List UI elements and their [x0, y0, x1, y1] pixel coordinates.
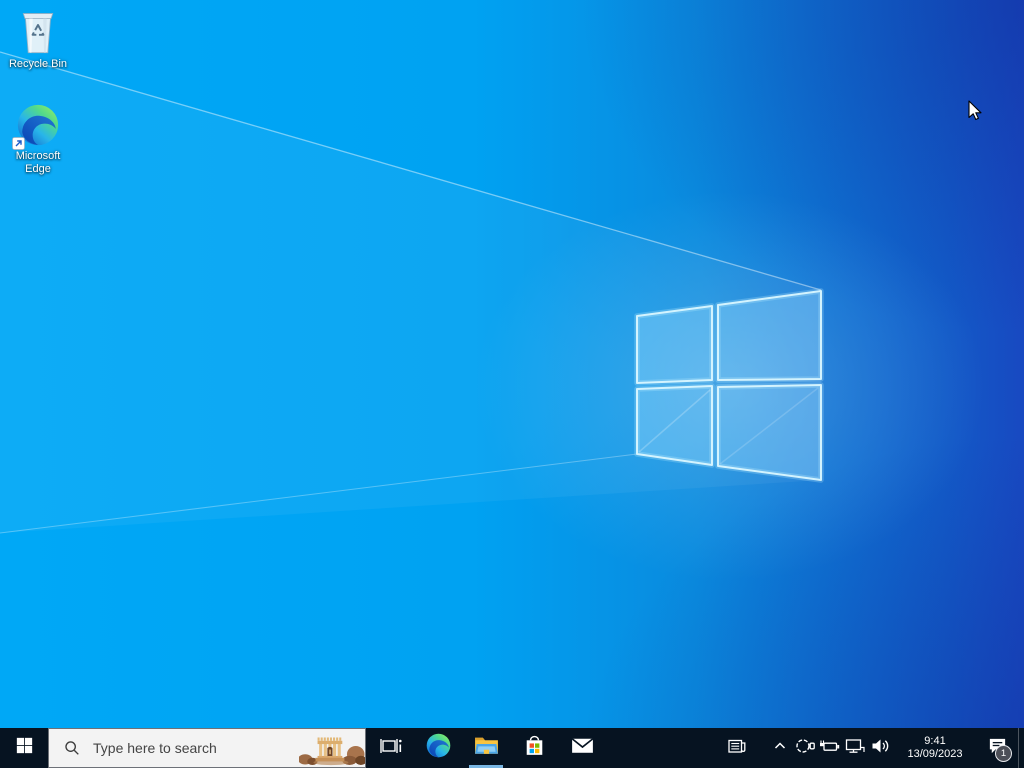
taskbar-clock[interactable]: 9:41 13/09/2023 [894, 728, 976, 768]
windows-logo-icon [16, 737, 33, 759]
shortcut-arrow-icon [12, 137, 25, 150]
system-tray: 9:41 13/09/2023 1 [720, 728, 1024, 768]
taskbar-app-file-explorer[interactable] [462, 728, 510, 768]
network-icon [843, 736, 867, 761]
taskbar-app-mail[interactable] [558, 728, 606, 768]
hidden-icons-chevron [772, 738, 788, 759]
network-status-button[interactable] [842, 728, 868, 768]
desktop-icon-recycle-bin[interactable]: Recycle Bin [0, 6, 76, 71]
task-view-button[interactable] [366, 728, 414, 768]
edge-icon [425, 732, 452, 764]
news-icon [726, 736, 748, 761]
news-and-interests-button[interactable] [720, 728, 754, 768]
clock-time: 9:41 [924, 735, 946, 747]
search-input[interactable] [91, 739, 299, 757]
start-button[interactable] [0, 728, 48, 768]
recycle-bin-icon [0, 6, 76, 56]
volume-button[interactable] [868, 728, 894, 768]
mail-icon [569, 734, 596, 762]
notification-badge: 1 [995, 745, 1012, 762]
action-center-button[interactable]: 1 [976, 728, 1018, 768]
show-desktop-button[interactable] [1018, 728, 1024, 768]
windows-desktop-screen: Recycle Bin Microsoft Edge Type here to … [0, 0, 1024, 768]
search-icon [63, 739, 81, 757]
mouse-cursor [963, 98, 987, 122]
desktop-icon-label: Microsoft Edge [15, 150, 61, 175]
volume-icon [869, 736, 893, 761]
taskbar-app-edge[interactable] [414, 728, 462, 768]
task-view-icon [378, 735, 402, 762]
desktop-wallpaper[interactable] [0, 0, 1024, 768]
wallpaper-light-beams-and-logo [0, 51, 985, 581]
meet-now-icon [794, 737, 816, 760]
taskbar: 9:41 13/09/2023 1 [0, 728, 1024, 768]
windows-hero-logo [634, 288, 824, 483]
show-hidden-icons-button[interactable] [768, 728, 792, 768]
search-highlight-temple-illustration[interactable] [299, 729, 365, 767]
desktop-icon-microsoft-edge[interactable]: Microsoft Edge [0, 102, 76, 176]
edge-icon [15, 102, 61, 148]
meet-now-button[interactable] [792, 728, 818, 768]
clock-date: 13/09/2023 [907, 748, 963, 760]
power-status-button[interactable] [818, 728, 842, 768]
taskbar-app-store[interactable] [510, 728, 558, 768]
store-icon [522, 732, 547, 764]
power-icon [818, 736, 842, 761]
file-explorer-icon [473, 733, 500, 763]
desktop-icon-label: Recycle Bin [8, 58, 68, 70]
taskbar-search-box[interactable] [48, 728, 366, 768]
